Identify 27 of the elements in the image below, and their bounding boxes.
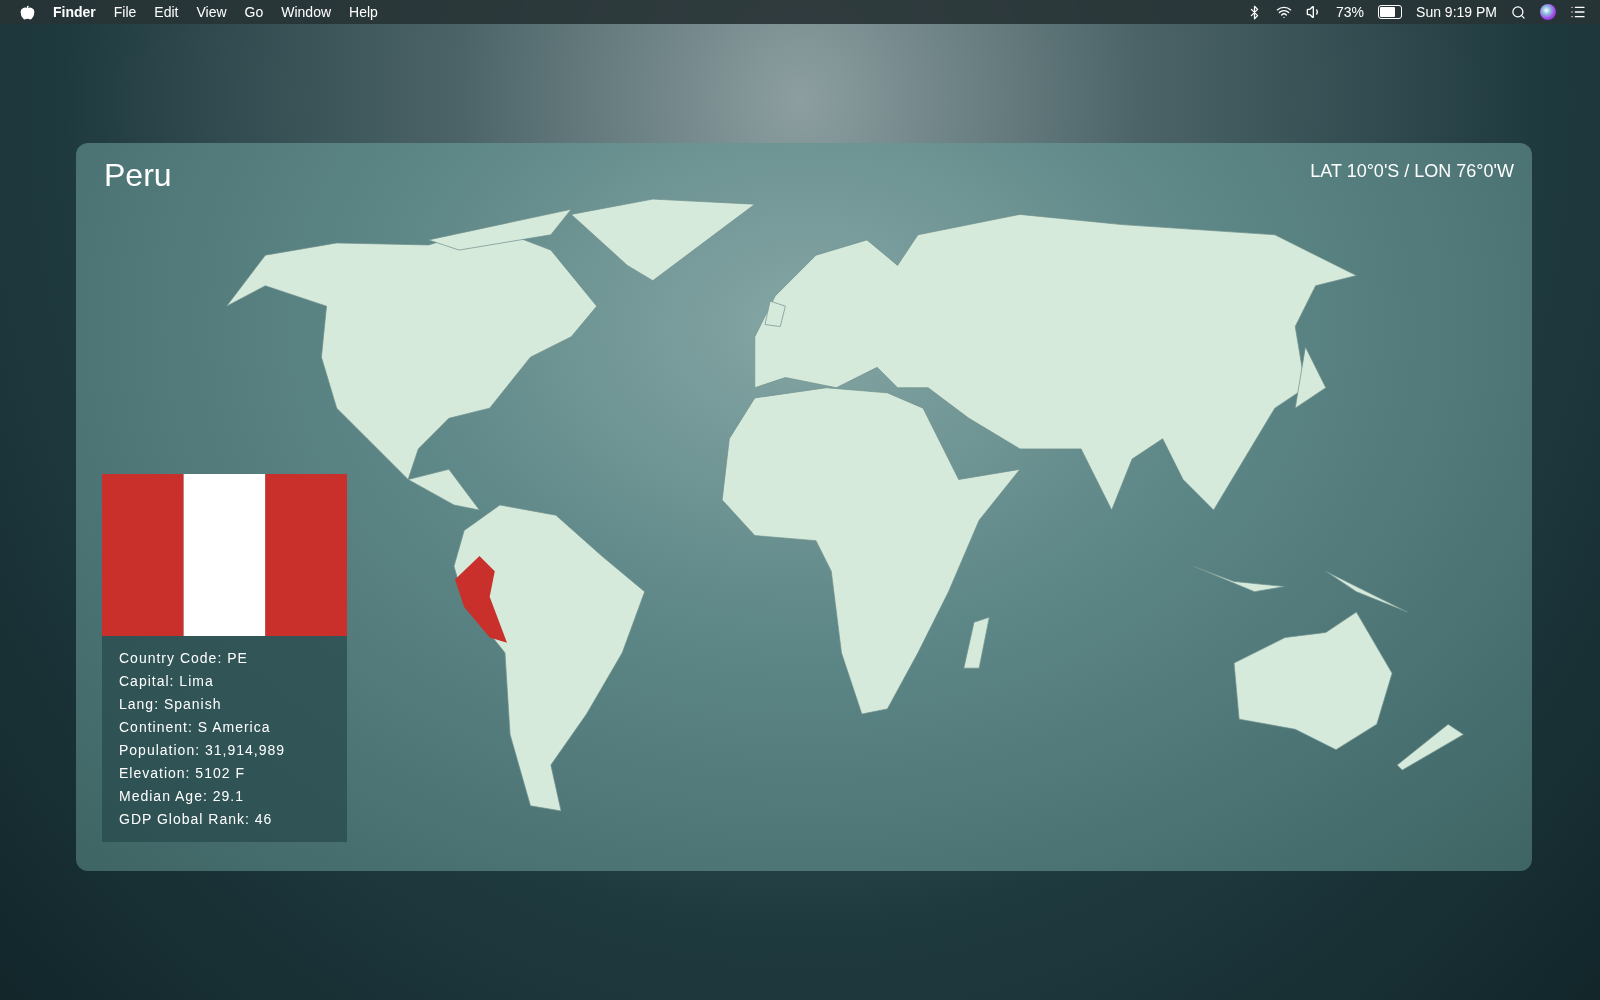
country-title: Peru <box>104 157 172 194</box>
info-line: Capital: Lima <box>119 673 215 690</box>
menu-icon[interactable] <box>1570 4 1586 20</box>
landmass <box>1396 723 1464 771</box>
battery-percent: 73% <box>1336 4 1365 20</box>
battery-icon[interactable] <box>1378 5 1403 19</box>
apple-icon[interactable] <box>20 4 35 20</box>
info-line: Lang: Spanish <box>119 696 223 713</box>
search-icon[interactable] <box>1511 4 1526 20</box>
menu-item[interactable]: Go <box>244 4 264 20</box>
info-line: Population: 31,914,989 <box>119 742 286 759</box>
menu-item[interactable]: View <box>196 4 227 20</box>
assistant-icon[interactable] <box>1540 4 1556 20</box>
info-line: Country Code: PE <box>119 650 249 667</box>
menu-item[interactable]: Edit <box>154 4 179 20</box>
clock[interactable]: Sun 9:19 PM <box>1416 4 1497 20</box>
menu-item[interactable]: File <box>113 4 137 20</box>
info-line: Median Age: 29.1 <box>119 788 245 805</box>
coordinates-label: LAT 10°0'S / LON 76°0'W <box>1310 161 1514 182</box>
menu-item[interactable]: Window <box>281 4 332 20</box>
info-line: Elevation: 5102 F <box>119 765 246 782</box>
menu-item[interactable]: Help <box>349 4 378 20</box>
wifi-icon[interactable] <box>1276 4 1293 20</box>
info-line: GDP Global Rank: 46 <box>119 811 274 828</box>
highlighted-country[interactable] <box>455 556 507 643</box>
info-line: Continent: S America <box>119 719 272 736</box>
app-menu[interactable]: Finder <box>53 4 96 20</box>
